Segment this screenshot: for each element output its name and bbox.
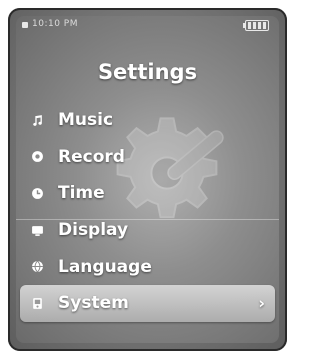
settings-screen: 10:10 PM Settings Music Record Time Disp… [16,16,279,343]
menu-item-label: Language [58,256,152,277]
globe-icon [30,260,44,274]
menu-item-label: Record [58,146,125,167]
chevron-right-icon: › [258,293,265,313]
menu-item-system[interactable]: System › [20,284,275,322]
battery-icon [243,20,269,31]
settings-menu: Music Record Time Display Language Syste… [16,102,279,322]
menu-item-label: Music [58,110,114,131]
status-indicator-icon [22,22,28,28]
menu-item-display[interactable]: Display [16,212,279,249]
display-icon [30,223,44,237]
status-time: 10:10 PM [32,19,78,29]
menu-item-record[interactable]: Record [16,139,279,176]
menu-item-time[interactable]: Time [16,175,279,212]
menu-item-label: Display [58,220,129,241]
menu-item-label: Time [58,183,105,204]
clock-icon [30,186,44,200]
status-bar: 10:10 PM [16,16,279,34]
divider [16,219,279,220]
menu-item-music[interactable]: Music [16,102,279,139]
menu-item-label: System [58,293,129,314]
page-title: Settings [97,60,198,84]
record-icon [30,150,44,164]
music-note-icon [30,113,44,127]
menu-item-language[interactable]: Language [16,248,279,285]
system-icon [30,296,44,310]
device-frame: 10:10 PM Settings Music Record Time Disp… [8,8,287,351]
